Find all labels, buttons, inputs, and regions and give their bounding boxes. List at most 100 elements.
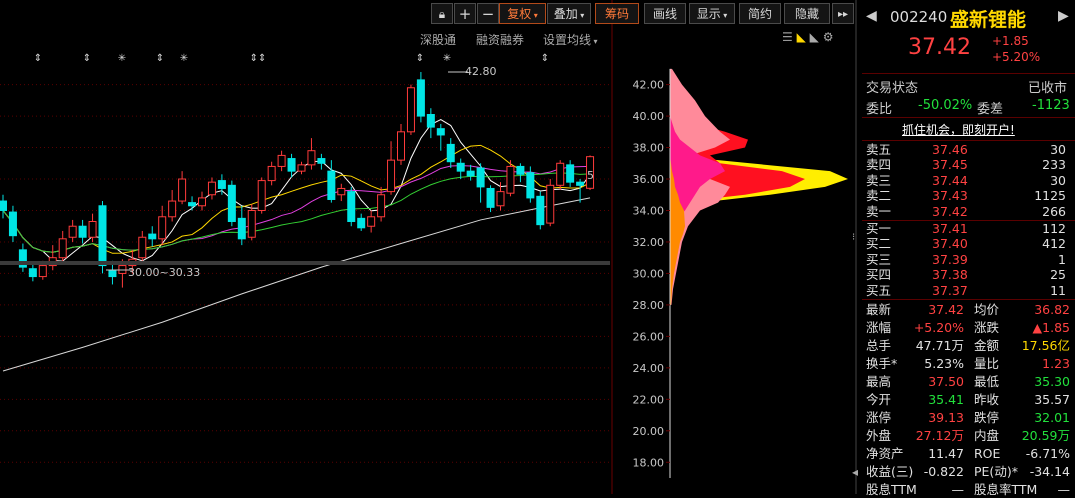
stat-label: 昨收: [974, 392, 1000, 407]
stat-value: 35.57: [1034, 392, 1070, 407]
current-price: 37.42: [908, 35, 971, 60]
candle-body: [98, 205, 107, 267]
caret-down-icon: ▾: [577, 11, 585, 20]
trade-status-label: 交易状态: [866, 81, 919, 96]
stat-label: 涨停: [866, 410, 892, 425]
stat-value: —: [1057, 482, 1071, 497]
stat-value: 37.50: [928, 374, 964, 389]
ask-label: 卖五: [866, 142, 892, 157]
stat-value: —: [951, 482, 965, 497]
candle-body: [168, 200, 177, 218]
stat-label: 最高: [866, 374, 892, 389]
overlay-dropdown[interactable]: 叠加 ▾: [547, 3, 591, 24]
candle-body: [426, 114, 435, 128]
bid-label: 买二: [866, 236, 892, 252]
chip-distribution: [669, 68, 848, 478]
ask-row: 卖三 37.44 30: [866, 173, 1072, 189]
ask-row: 卖四 37.45 233: [866, 157, 1072, 173]
event-marker: ✳: [118, 53, 126, 64]
bid-volume: 1: [1058, 251, 1066, 267]
stat-label: 股息TTM: [866, 482, 917, 497]
weibi-label: 委比: [866, 102, 893, 117]
chip-flag-yellow-icon[interactable]: ◣: [797, 30, 806, 44]
chip-flag-icon[interactable]: ◣: [810, 30, 819, 44]
price-change: +1.85: [992, 34, 1029, 48]
candle-body: [466, 170, 475, 177]
weicha-label: 委差: [977, 102, 1004, 117]
candle-body: [536, 195, 545, 226]
stat-value: 32.01: [1034, 410, 1070, 425]
more-button[interactable]: ▸▸: [832, 3, 854, 24]
candle-body: [148, 233, 157, 240]
ask-row: 卖一 37.42 266: [866, 204, 1072, 220]
zoom-out-button[interactable]: −: [477, 3, 499, 24]
stat-value: -34.14: [1029, 464, 1070, 479]
price-low-label: 30.00~30.33: [128, 266, 200, 279]
bid-row: 买五 37.37 11: [866, 283, 1072, 299]
candle-body: [486, 187, 495, 208]
candle-body: [198, 197, 206, 207]
plus-icon: +: [458, 5, 472, 23]
stat-label: 总手: [866, 338, 892, 353]
lock-button[interactable]: 🔒︎: [431, 3, 453, 24]
chips-button[interactable]: 筹码: [595, 3, 639, 24]
event-marker: ✳: [443, 53, 451, 64]
candle-body: [556, 162, 565, 186]
candle-body: [257, 180, 266, 211]
bid-volume: 11: [1050, 282, 1066, 298]
candle-body: [78, 225, 87, 238]
stat-value: 17.56亿: [1021, 338, 1070, 353]
stat-label: 外盘: [866, 428, 892, 443]
stat-value: -6.71%: [1025, 446, 1070, 461]
draw-line-button[interactable]: 画线: [644, 3, 686, 24]
candle-body: [317, 158, 326, 164]
candle-body: [387, 159, 396, 193]
stat-label: PE(动)*: [974, 464, 1018, 479]
candle-body: [496, 191, 505, 207]
chip-list-icon[interactable]: ☰: [782, 30, 793, 44]
zoom-in-button[interactable]: +: [454, 3, 476, 24]
ask-price: 37.44: [932, 172, 968, 188]
ask-label: 卖四: [866, 157, 892, 173]
ask-volume: 266: [1042, 203, 1066, 219]
stat-value: 5.23%: [924, 356, 964, 371]
hide-button[interactable]: 隐藏: [784, 3, 830, 24]
simple-button[interactable]: 简约: [739, 3, 781, 24]
bid-price: 37.41: [932, 221, 968, 236]
kline-chart[interactable]: 42.00 40.00 38.00 36.00 34.00 32.00 30.00 28.00…: [0, 0, 860, 494]
gear-icon[interactable]: ⚙: [823, 30, 834, 44]
stat-label: 换手*: [866, 356, 898, 371]
bid-volume: 25: [1050, 267, 1066, 283]
candle-body: [476, 167, 485, 188]
caret-down-icon: ▾: [531, 11, 538, 20]
hk-connect-link[interactable]: 深股通: [420, 31, 456, 48]
fuquan-dropdown[interactable]: 复权 ▾: [499, 3, 546, 24]
stat-row: 最高 37.50 最低 35.30: [866, 374, 1072, 390]
stat-value: 35.30: [1034, 374, 1070, 389]
candle-body: [456, 162, 465, 172]
ask-label: 卖一: [866, 203, 892, 219]
moving-average-lines: [2, 118, 591, 262]
event-marker: ⇕: [34, 53, 42, 64]
open-account-link[interactable]: 抓住机会，即刻开户!: [902, 121, 1015, 138]
stat-label: 涨跌: [974, 320, 1000, 335]
svg-text:⁝: ⁝: [852, 232, 855, 243]
y-tick-label: 34.00: [633, 204, 665, 217]
stat-value: 37.42: [928, 302, 964, 317]
prev-stock-arrow[interactable]: ◀: [866, 8, 877, 24]
candle-body: [207, 181, 216, 196]
next-stock-arrow[interactable]: ▶: [1058, 8, 1069, 24]
event-markers: ⇕ ⇕ ✳ ⇕ ✳ ⇕⇕ ⇕ ✳ ⇕: [34, 53, 549, 64]
set-ma-dropdown[interactable]: 设置均线 ▾: [543, 31, 598, 48]
candle-body: [307, 150, 316, 166]
display-dropdown[interactable]: 显示 ▾: [689, 3, 735, 24]
candle-body: [357, 217, 366, 229]
price-high-label: 42.80: [465, 65, 497, 78]
stat-label: 收益(三): [866, 464, 914, 479]
candle-body: [38, 265, 47, 278]
y-tick-label: 18.00: [633, 456, 665, 469]
margin-trading-link[interactable]: 融资融券: [476, 31, 524, 48]
ask-volume: 30: [1050, 172, 1066, 188]
stat-label: 涨幅: [866, 320, 892, 335]
y-tick-label: 26.00: [633, 330, 665, 343]
